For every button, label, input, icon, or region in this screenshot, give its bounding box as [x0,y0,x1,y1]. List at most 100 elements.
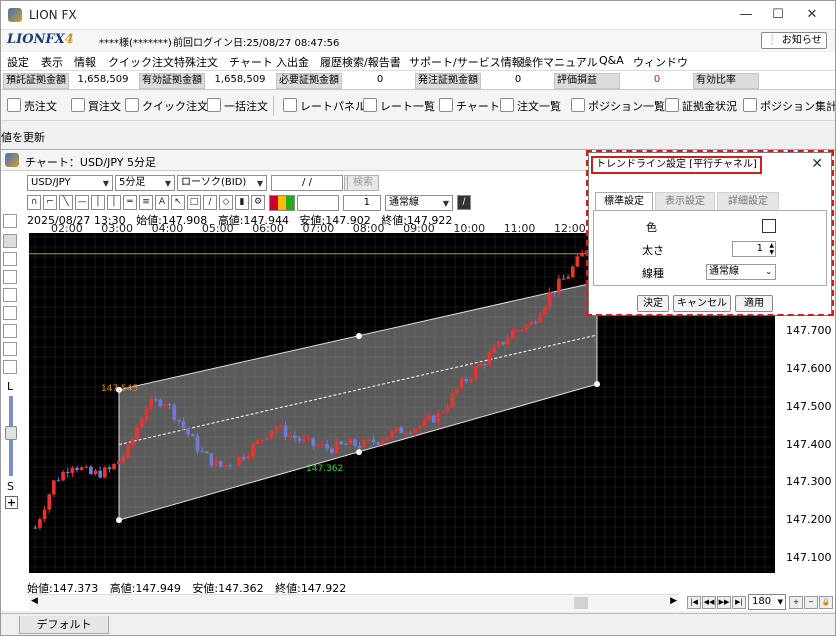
color-palette[interactable] [269,195,295,211]
position-list-button[interactable]: ポジション一覧 [571,98,665,114]
search-button[interactable]: 検索 [347,175,379,191]
rate-panel-button[interactable]: レートパネル [283,98,366,114]
menu-manual[interactable]: 操作マニュアル [521,54,598,70]
candle [371,439,376,443]
buy-order-button[interactable]: 買注文 [71,98,121,114]
tool-zigzag-icon[interactable] [3,252,17,266]
maximize-button[interactable]: ☐ [763,5,793,25]
candle [561,278,566,280]
color-picker[interactable] [762,219,776,233]
date-input[interactable]: / / [271,175,343,191]
rate-list-button[interactable]: レート一覧 [363,98,435,114]
tool-table-icon[interactable] [3,324,17,338]
style-select[interactable]: 通常線 ⌄ [706,264,776,280]
position-summary-button[interactable]: ポジション集計 [743,98,835,114]
menu-chart[interactable]: チャート [229,54,273,70]
tool-pen-icon[interactable]: ∕ [203,195,217,210]
first-icon[interactable]: |◀ [687,596,701,609]
channel-handle [356,332,362,339]
tool-copy-icon[interactable] [3,306,17,320]
zoom-in-icon[interactable]: + [789,596,803,609]
timeframe-select[interactable]: 5分足 ▼ [115,175,175,191]
chart-button[interactable]: チャート [439,98,500,114]
tool-ray-icon[interactable]: │ [107,195,121,210]
tab-display[interactable]: 表示設定 [655,192,715,211]
line-style-select[interactable]: 通常線 ▼ [385,195,453,211]
add-icon[interactable]: + [5,496,18,509]
tab-standard[interactable]: 標準設定 [595,192,653,211]
tool-vline-icon[interactable]: │ [91,195,105,210]
width-spinner[interactable]: 1 [343,195,381,211]
color-label: 色 [646,221,657,234]
width-input[interactable]: 1 ▲ ▼ [732,241,776,257]
scroll-thumb[interactable] [574,597,588,609]
fast-back-icon[interactable]: ◀◀ [702,596,716,609]
scroll-left-icon[interactable]: ◀ [31,596,38,606]
acct-label: 預託証拠金額 [3,73,69,89]
fast-forward-icon[interactable]: ▶▶ [717,596,731,609]
candle [61,471,65,481]
menu-special-order[interactable]: 特殊注文 [174,54,218,70]
bulk-order-button[interactable]: 一括注文 [207,98,268,114]
print-icon[interactable] [3,342,17,356]
cancel-button[interactable]: キャンセル [673,295,731,312]
last-icon[interactable]: ▶| [732,596,746,609]
menu-qa[interactable]: Q&A [599,54,624,67]
margin-status-button[interactable]: 証拠金状況 [665,98,737,114]
tool-channel-icon[interactable]: ═ [123,195,137,210]
candle [325,444,330,449]
quick-order-button[interactable]: クイック注文 [125,98,208,114]
tool-hline-icon[interactable]: — [75,195,89,210]
tool-rect-icon[interactable]: □ [187,195,201,210]
order-list-button[interactable]: 注文一覧 [500,98,561,114]
tool-settings-icon[interactable]: ⚙ [251,195,265,210]
tool-step-icon[interactable]: ⌐ [43,195,57,210]
chart-icon [439,98,453,112]
tool-pencil-icon[interactable] [3,234,17,248]
menu-info[interactable]: 情報 [74,54,96,70]
minimize-button[interactable]: — [731,5,761,25]
tool-arc-icon[interactable]: ∩ [27,195,41,210]
menu-support[interactable]: サポート/サービス情報 [409,54,523,70]
ok-button[interactable]: 決定 [637,295,669,312]
apply-button[interactable]: 適用 [735,295,773,312]
close-button[interactable]: ✕ [797,5,827,25]
candle [362,439,367,448]
zoom-slider-knob[interactable] [5,426,17,440]
toolbar-divider [273,96,274,116]
tool-cross-icon[interactable] [3,214,17,228]
tool-text-icon[interactable]: A [155,195,169,210]
pen-style-icon[interactable]: ∕ [457,195,471,210]
bar-count-select[interactable]: 180 ▼ [748,594,786,610]
tool-trash-icon[interactable]: ▮ [235,195,249,210]
scroll-right-icon[interactable]: ▶ [670,596,677,606]
sell-order-button[interactable]: 売注文 [7,98,57,114]
tab-default[interactable]: デフォルト [19,616,109,634]
menu-view[interactable]: 表示 [41,54,63,70]
menu-deposit[interactable]: 入出金 [276,54,309,70]
horizontal-scrollbar[interactable]: ◀ ▶ [29,594,679,610]
dialog-close-icon[interactable]: ✕ [811,156,823,172]
tool-eraser-icon[interactable]: ◇ [219,195,233,210]
menu-window[interactable]: ウィンドウ [633,54,688,70]
menu-history[interactable]: 履歴検索/報告書 [320,54,401,70]
refresh-label[interactable]: 値を更新 [1,129,45,145]
lock-icon[interactable]: 🔒 [819,596,833,609]
zoom-out-icon[interactable]: − [804,596,818,609]
tool-window-icon[interactable] [3,360,17,374]
tool-line-icon[interactable]: ╲ [59,195,73,210]
candle [431,415,436,423]
tool-fib-icon[interactable]: ≡ [139,195,153,210]
tool-bar-icon[interactable] [3,288,17,302]
symbol-select[interactable]: USD/JPY ▼ [27,175,113,191]
menu-settings[interactable]: 設定 [7,54,29,70]
order-list-icon [500,98,514,112]
chart-kind-select[interactable]: ローソク(BID) ▼ [177,175,267,191]
tool-cursor-icon[interactable]: ↖ [171,195,185,210]
notice-button[interactable]: ❕ お知らせ [761,32,827,49]
menu-quick-order[interactable]: クイック注文 [108,54,174,70]
tool-indicator-icon[interactable] [3,270,17,284]
tab-detail[interactable]: 詳細設定 [717,192,779,211]
candle [547,292,552,307]
candle [297,438,302,441]
